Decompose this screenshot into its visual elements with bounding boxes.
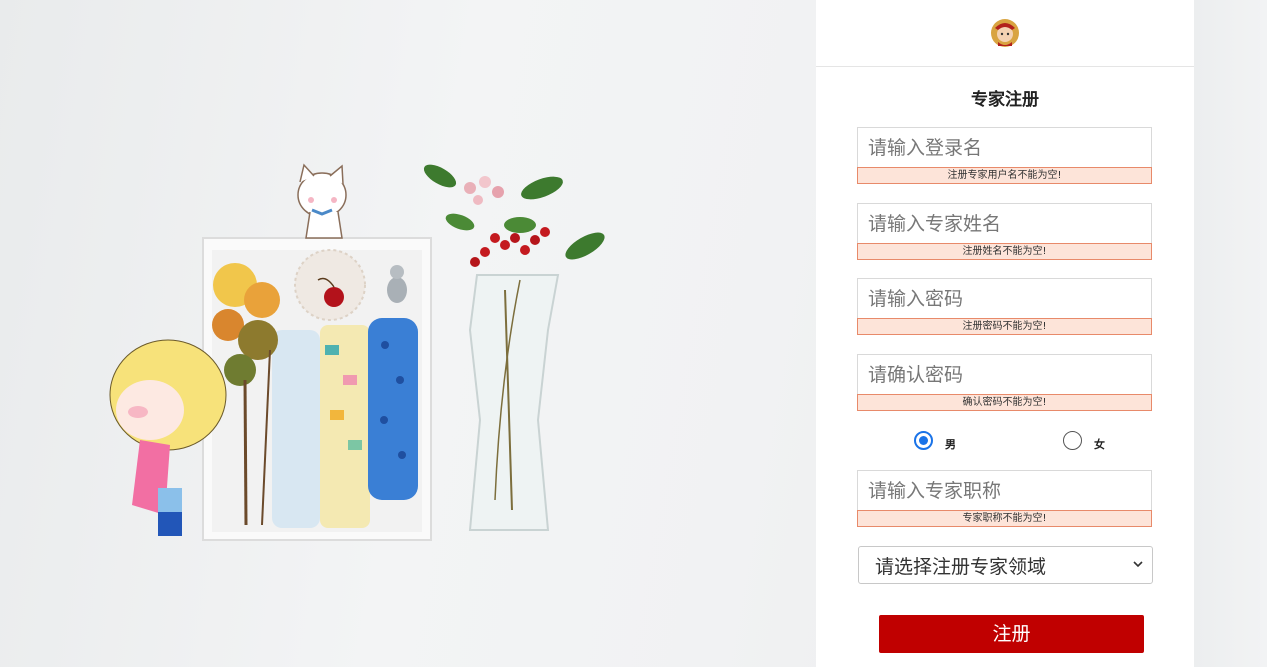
gender-radio-group: 男 女 xyxy=(857,428,1152,452)
right-background-strip xyxy=(1194,0,1267,667)
job-title-error: 专家职称不能为空! xyxy=(857,510,1152,527)
form-title: 专家注册 xyxy=(971,90,1039,110)
gender-male-label: 男 xyxy=(945,438,956,451)
gender-female-radio[interactable]: 女 xyxy=(1063,428,1105,452)
still-life-photo xyxy=(109,163,605,541)
confirm-password-input[interactable] xyxy=(857,354,1152,394)
confirm-password-error: 确认密码不能为空! xyxy=(857,394,1152,411)
login-name-field: 注册专家用户名不能为空! xyxy=(857,127,1152,184)
login-name-input[interactable] xyxy=(857,127,1152,167)
panel-header xyxy=(816,0,1194,67)
background-illustration xyxy=(0,0,810,667)
chevron-down-icon xyxy=(1133,561,1143,568)
password-input[interactable] xyxy=(857,278,1152,318)
domain-select[interactable]: 请选择注册专家领域 xyxy=(858,546,1153,584)
expert-name-input[interactable] xyxy=(857,203,1152,243)
expert-name-error: 注册姓名不能为空! xyxy=(857,243,1152,260)
job-title-input[interactable] xyxy=(857,470,1152,510)
gender-male-radio[interactable]: 男 xyxy=(914,428,956,452)
expert-name-field: 注册姓名不能为空! xyxy=(857,203,1152,260)
radio-unchecked-icon xyxy=(1063,430,1082,450)
login-name-error: 注册专家用户名不能为空! xyxy=(857,167,1152,184)
gender-female-label: 女 xyxy=(1094,438,1105,451)
confirm-password-field: 确认密码不能为空! xyxy=(857,354,1152,411)
register-panel: 专家注册 注册专家用户名不能为空! 注册姓名不能为空! 注册密码不能为空! 确认… xyxy=(816,0,1194,667)
password-error: 注册密码不能为空! xyxy=(857,318,1152,335)
password-field: 注册密码不能为空! xyxy=(857,278,1152,335)
job-title-field: 专家职称不能为空! xyxy=(857,470,1152,527)
radio-checked-icon xyxy=(914,430,933,450)
domain-select-value: 请选择注册专家领域 xyxy=(875,555,1047,578)
register-button[interactable]: 注册 xyxy=(879,615,1144,653)
avatar-logo-icon xyxy=(991,19,1019,47)
